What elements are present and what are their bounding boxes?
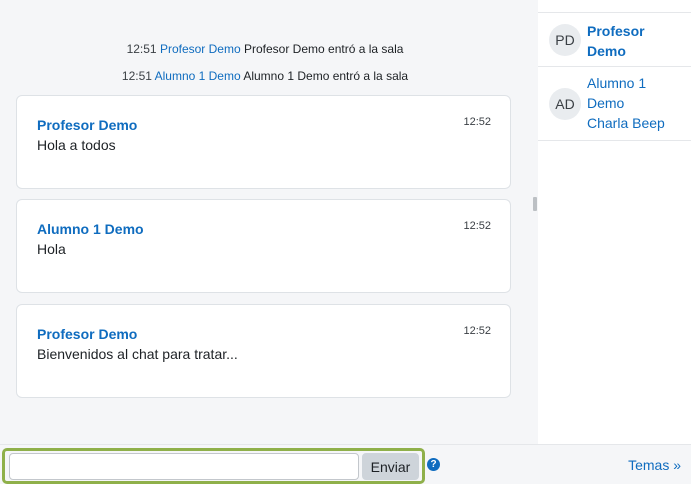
user-list-item: PD Profesor Demo (538, 13, 691, 67)
message-time: 12:52 (463, 325, 491, 337)
message-text: Hola (37, 241, 66, 257)
system-message-text: Profesor Demo entró a la sala (244, 42, 404, 56)
help-icon[interactable]: ? (427, 458, 440, 471)
panel-resize-handle[interactable] (533, 197, 537, 211)
user-name-link[interactable]: Alumno 1 Demo (587, 73, 665, 113)
message-text: Hola a todos (37, 137, 116, 153)
chat-message-card: Profesor Demo 12:52 Hola a todos (16, 95, 511, 189)
system-message-text: Alumno 1 Demo entró a la sala (243, 69, 409, 83)
user-name-line: Demo (587, 95, 625, 111)
send-button[interactable]: Enviar (362, 453, 419, 480)
user-name-link[interactable]: Profesor Demo (587, 21, 645, 61)
chat-messages-area: 12:51 Profesor Demo Profesor Demo entró … (0, 0, 530, 444)
system-message: 12:51 Alumno 1 Demo Alumno 1 Demo entró … (0, 69, 530, 83)
themes-link[interactable]: Temas » (628, 457, 681, 473)
user-list-item: AD Alumno 1 Demo Charla Beep (538, 67, 691, 141)
system-message-user-link[interactable]: Alumno 1 Demo (155, 69, 241, 83)
system-message-time: 12:51 (121, 69, 152, 83)
message-author[interactable]: Profesor Demo (37, 117, 137, 133)
message-text: Bienvenidos al chat para tratar... (37, 346, 238, 362)
message-time: 12:52 (463, 220, 491, 232)
system-message-time: 12:51 (126, 42, 157, 56)
system-message-user-link[interactable]: Profesor Demo (160, 42, 241, 56)
user-name-line: Alumno 1 (587, 75, 647, 91)
message-author[interactable]: Alumno 1 Demo (37, 221, 144, 237)
chat-message-card: Alumno 1 Demo 12:52 Hola (16, 199, 511, 293)
message-author[interactable]: Profesor Demo (37, 326, 137, 342)
users-panel: PD Profesor Demo AD Alumno 1 Demo Charla… (538, 0, 691, 444)
avatar: AD (549, 88, 581, 120)
message-time: 12:52 (463, 116, 491, 128)
avatar: PD (549, 24, 581, 56)
message-input[interactable] (9, 453, 359, 480)
user-name-line: Profesor (587, 23, 645, 39)
user-name-line: Demo (587, 43, 626, 59)
chat-message-card: Profesor Demo 12:52 Bienvenidos al chat … (16, 304, 511, 398)
chat-composer-bar: Enviar ? Temas » (0, 444, 691, 484)
system-message: 12:51 Profesor Demo Profesor Demo entró … (0, 42, 530, 56)
beep-link[interactable]: Charla Beep (587, 113, 665, 133)
